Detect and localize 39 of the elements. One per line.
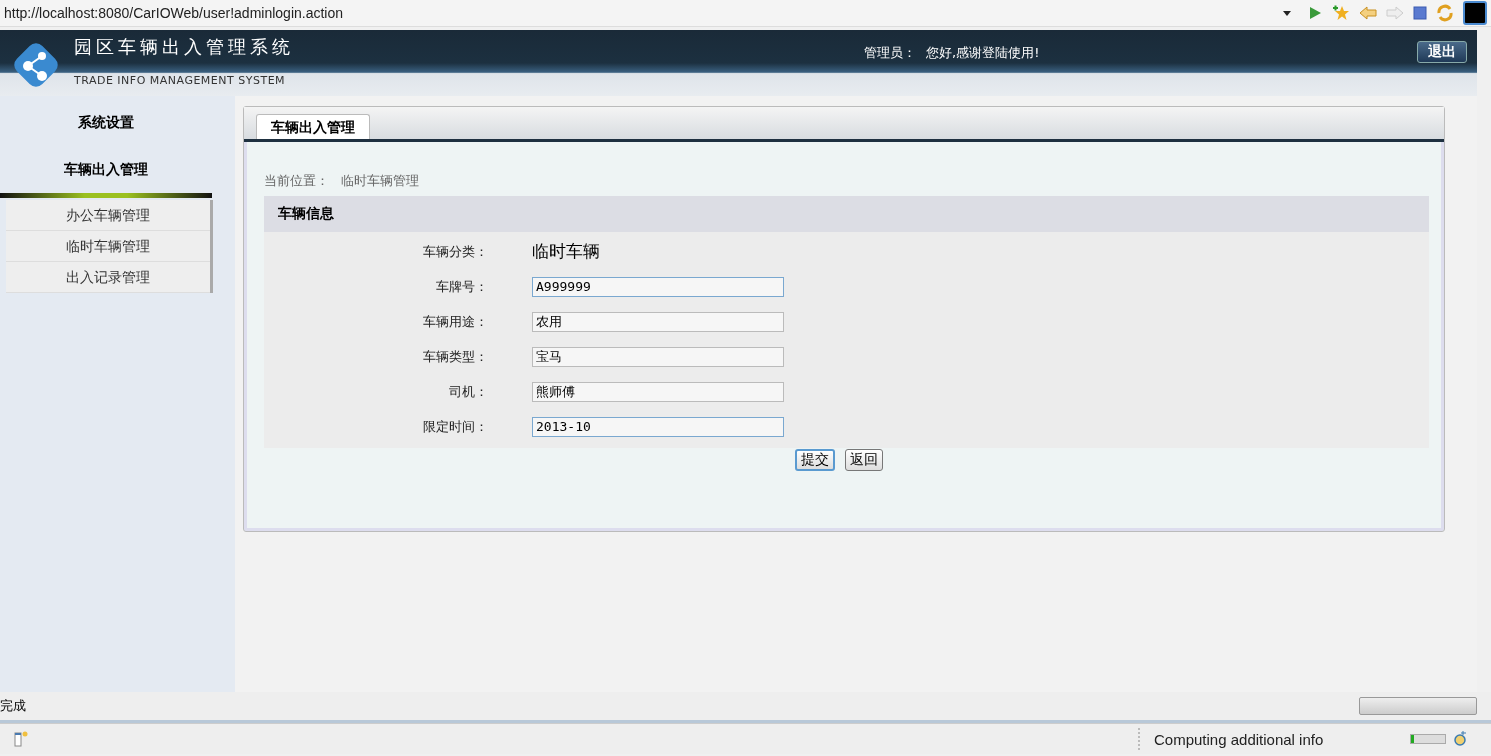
greeting-text: 您好,感谢登陆使用!: [926, 44, 1040, 62]
status-message: Computing additional info: [1154, 730, 1325, 748]
field-label: 车辆用途：: [422, 312, 488, 331]
input-field[interactable]: 农用: [532, 311, 784, 332]
tab[interactable]: 车辆出入管理: [256, 114, 370, 139]
system-title: 园区车辆出入管理系统: [74, 35, 294, 59]
refresh-icon[interactable]: [1436, 4, 1454, 22]
field-label: 司机：: [448, 382, 488, 401]
input-field[interactable]: 熊师傅: [532, 381, 784, 402]
field-value: 临时车辆: [532, 240, 600, 263]
form-title: 车辆信息: [278, 205, 334, 223]
breadcrumb-text: 临时车辆管理: [341, 172, 419, 190]
admin-label: 管理员：: [864, 44, 916, 62]
form-button[interactable]: 提交: [795, 449, 835, 471]
breadcrumb-label: 当前位置：: [264, 172, 329, 190]
stop-icon[interactable]: [1413, 6, 1427, 20]
sync-icon[interactable]: [1452, 731, 1468, 747]
status-text: 完成: [0, 697, 26, 715]
input-field[interactable]: 宝马: [532, 346, 784, 367]
input-field[interactable]: 2013-10: [532, 416, 784, 437]
sidebar-section[interactable]: 系统设置: [0, 108, 212, 155]
logout-button[interactable]: 退出: [1417, 41, 1467, 63]
field-label: 车牌号：: [435, 277, 488, 296]
system-subtitle: TRADE INFO MANAGEMENT SYSTEM: [74, 74, 286, 87]
sidebar-item[interactable]: 出入记录管理: [6, 262, 210, 293]
color-swatch[interactable]: [1463, 1, 1487, 25]
form-button[interactable]: 返回: [845, 449, 883, 471]
sidebar-section[interactable]: 车辆出入管理: [0, 155, 212, 202]
dropdown-arrow-icon[interactable]: [1283, 10, 1291, 16]
field-label: 车辆分类：: [422, 242, 488, 261]
back-arrow-icon[interactable]: [1359, 5, 1377, 21]
input-field[interactable]: A999999: [532, 276, 784, 297]
star-icon[interactable]: [1332, 5, 1350, 21]
field-label: 车辆类型：: [422, 347, 488, 366]
play-icon[interactable]: [1307, 5, 1323, 21]
field-label: 限定时间：: [422, 417, 488, 436]
window-icon[interactable]: [14, 731, 28, 747]
sidebar-item[interactable]: 办公车辆管理: [6, 200, 210, 231]
sidebar-item[interactable]: 临时车辆管理: [6, 231, 210, 262]
